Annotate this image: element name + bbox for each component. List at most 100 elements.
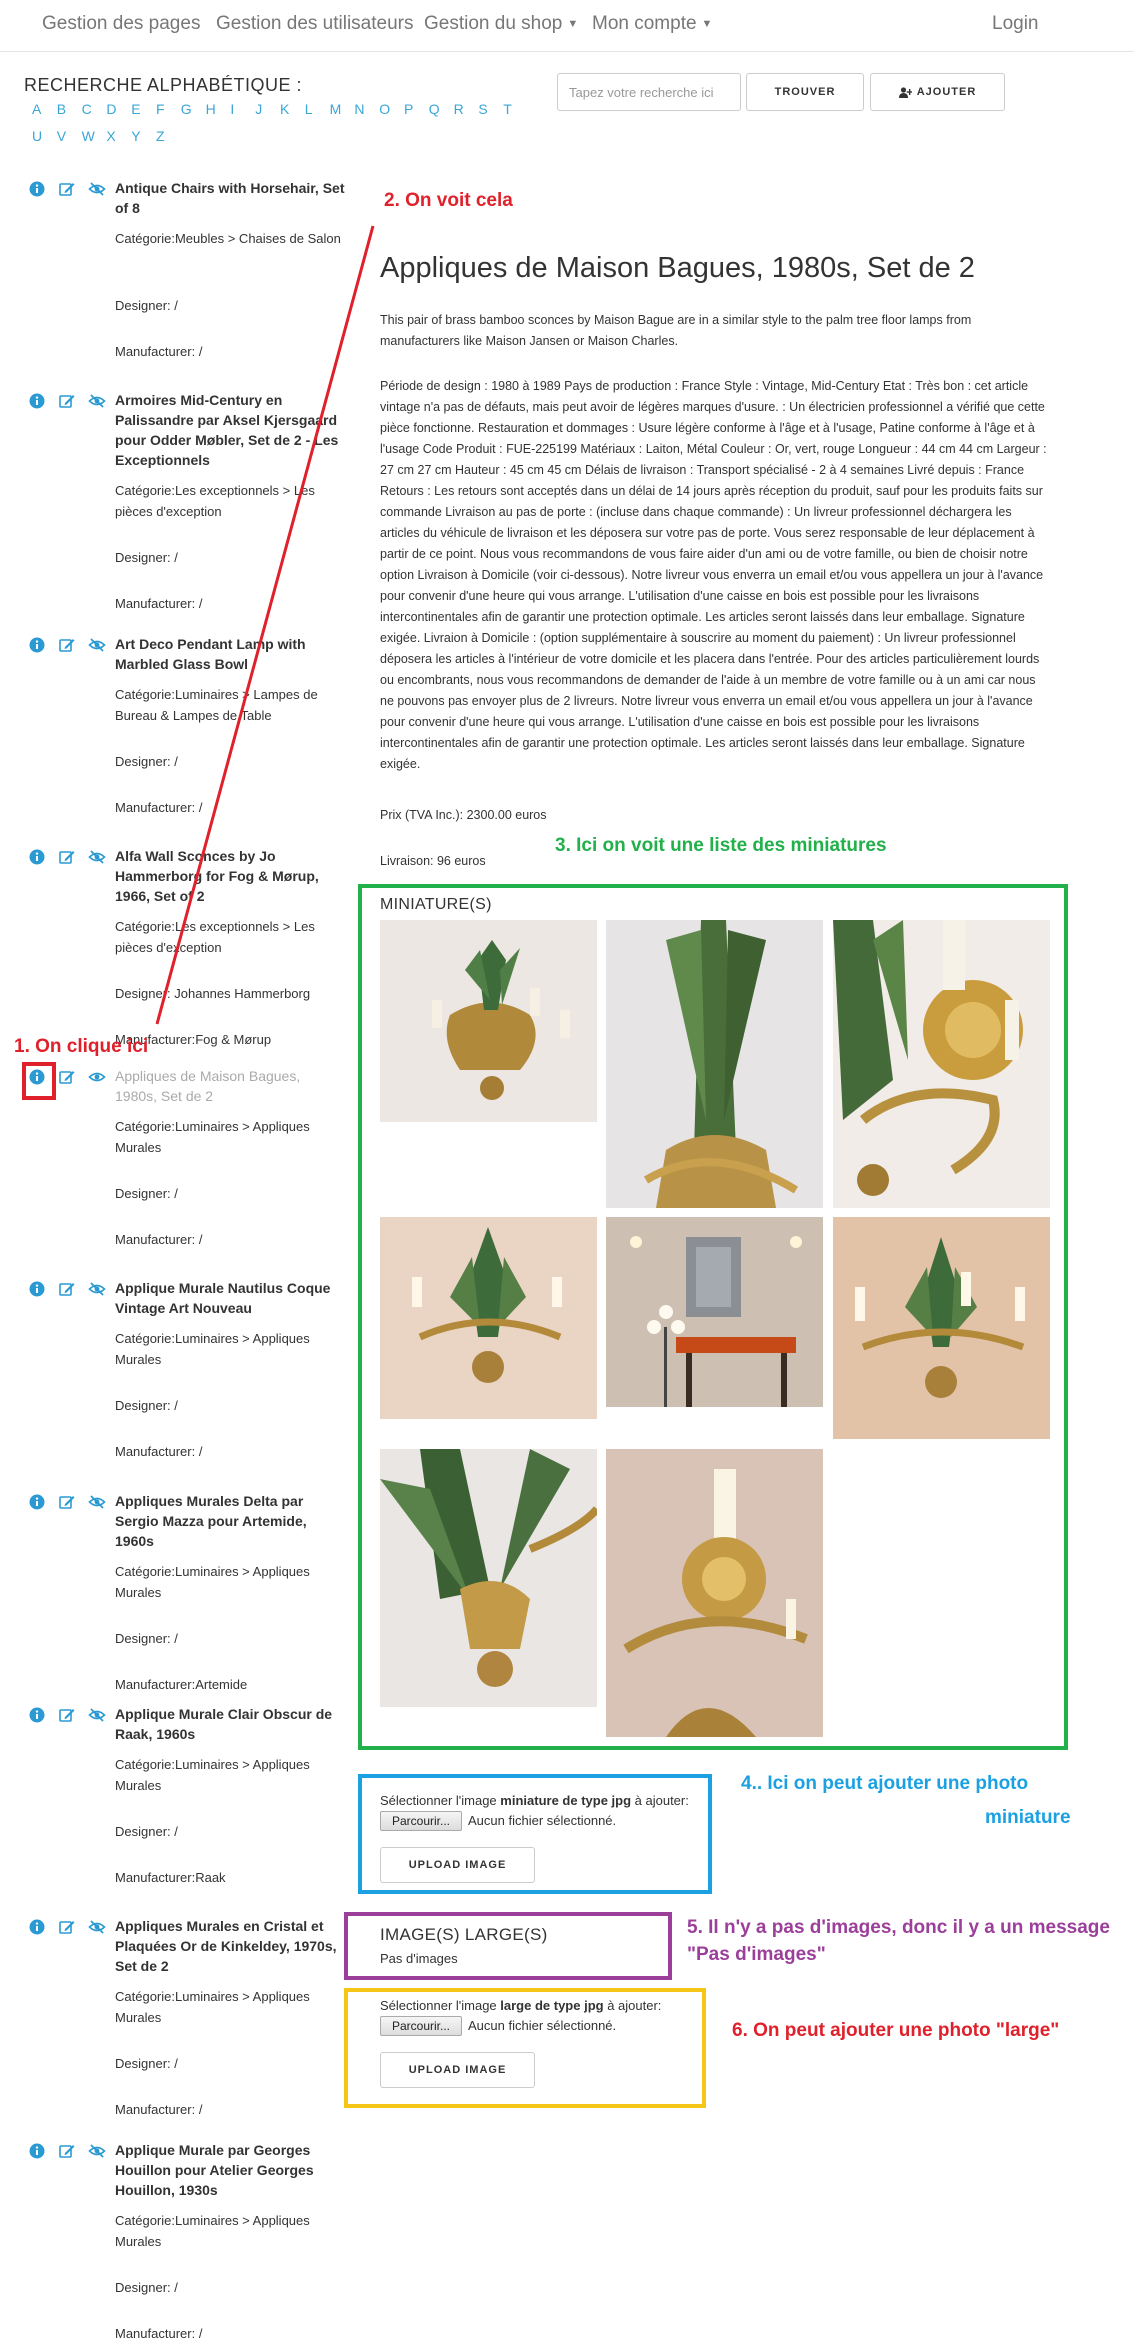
info-icon[interactable] xyxy=(28,2142,46,2160)
upload-thumb-text-before: Sélectionner l'image xyxy=(380,1793,501,1808)
info-icon[interactable] xyxy=(28,1280,46,1298)
edit-icon[interactable] xyxy=(58,1918,76,1936)
eye-slash-icon[interactable] xyxy=(88,1918,106,1936)
eye-slash-icon[interactable] xyxy=(88,848,106,866)
alpha-link-s[interactable]: S xyxy=(478,101,487,117)
product-item-title[interactable]: Appliques de Maison Bagues, 1980s, Set d… xyxy=(115,1066,345,1106)
upload-large-instructions: Sélectionner l'image large de type jpg à… xyxy=(380,1998,661,2013)
nav-account[interactable]: Mon compte ▼ xyxy=(592,13,712,35)
eye-slash-icon[interactable] xyxy=(88,636,106,654)
annotation-box-purple xyxy=(344,1912,672,1980)
annotation-5-line1: 5. Il n'y a pas d'images, donc il y a un… xyxy=(687,1917,1110,1938)
alpha-link-c[interactable]: C xyxy=(82,101,92,117)
large-no-file-text: Aucun fichier sélectionné. xyxy=(468,2018,617,2033)
nav-account-label: Mon compte xyxy=(592,13,697,34)
thumbnail-image[interactable] xyxy=(833,920,1050,1208)
info-icon[interactable] xyxy=(28,848,46,866)
nav-login[interactable]: Login xyxy=(992,13,1039,35)
alpha-link-t[interactable]: T xyxy=(503,101,512,117)
edit-icon[interactable] xyxy=(58,636,76,654)
product-item-title[interactable]: Armoires Mid-Century en Palissandre par … xyxy=(115,390,345,470)
info-icon[interactable] xyxy=(28,1706,46,1724)
upload-large-button[interactable]: UPLOAD IMAGE xyxy=(380,2052,535,2088)
alpha-link-m[interactable]: M xyxy=(330,101,342,117)
info-icon[interactable] xyxy=(28,636,46,654)
eye-slash-icon[interactable] xyxy=(88,180,106,198)
alphabetical-search-label: RECHERCHE ALPHABÉTIQUE : xyxy=(24,75,303,95)
alpha-link-q[interactable]: Q xyxy=(429,101,440,117)
alpha-link-b[interactable]: B xyxy=(57,101,66,117)
alpha-link-z[interactable]: Z xyxy=(156,128,165,144)
thumbnail-image[interactable] xyxy=(380,920,597,1122)
nav-users[interactable]: Gestion des utilisateurs xyxy=(216,13,414,35)
product-item-title[interactable]: Applique Murale par Georges Houillon pou… xyxy=(115,2140,345,2200)
eye-slash-icon[interactable] xyxy=(88,1706,106,1724)
info-icon[interactable] xyxy=(28,1493,46,1511)
search-input[interactable] xyxy=(557,73,741,111)
alpha-link-e[interactable]: E xyxy=(131,101,140,117)
upload-thumb-button[interactable]: UPLOAD IMAGE xyxy=(380,1847,535,1883)
thumbnail-image[interactable] xyxy=(606,1217,823,1407)
alpha-link-i[interactable]: I xyxy=(230,101,234,117)
eye-slash-icon[interactable] xyxy=(88,1493,106,1511)
add-button[interactable]: AJOUTER xyxy=(870,73,1005,111)
alpha-link-p[interactable]: P xyxy=(404,101,413,117)
eye-slash-icon[interactable] xyxy=(88,1280,106,1298)
edit-icon[interactable] xyxy=(58,848,76,866)
eye-slash-icon[interactable] xyxy=(88,2142,106,2160)
edit-icon[interactable] xyxy=(58,2142,76,2160)
alpha-link-n[interactable]: N xyxy=(354,101,364,117)
edit-icon[interactable] xyxy=(58,1706,76,1724)
alpha-link-a[interactable]: A xyxy=(32,101,41,117)
product-item-title[interactable]: Applique Murale Clair Obscur de Raak, 19… xyxy=(115,1704,345,1744)
alpha-link-r[interactable]: R xyxy=(454,101,464,117)
alpha-link-d[interactable]: D xyxy=(106,101,116,117)
thumbnail-image[interactable] xyxy=(833,1217,1050,1439)
alpha-link-g[interactable]: G xyxy=(181,101,192,117)
alpha-link-v[interactable]: V xyxy=(57,128,66,144)
product-item-manufacturer: Manufacturer: / xyxy=(115,2102,203,2117)
large-browse-button[interactable]: Parcourir... xyxy=(380,2016,462,2036)
thumbnail-image[interactable] xyxy=(380,1217,597,1419)
alpha-link-f[interactable]: F xyxy=(156,101,165,117)
alpha-link-l[interactable]: L xyxy=(305,101,313,117)
annotation-3: 3. Ici on voit une liste des miniatures xyxy=(555,835,887,856)
eye-slash-icon[interactable] xyxy=(88,392,106,410)
product-item-title[interactable]: Alfa Wall Sconces by Jo Hammerborg for F… xyxy=(115,846,345,906)
sconce-photo xyxy=(380,920,597,1122)
product-item-title[interactable]: Art Deco Pendant Lamp with Marbled Glass… xyxy=(115,634,345,674)
thumbnail-image[interactable] xyxy=(380,1449,597,1707)
product-item-designer: Designer: / xyxy=(115,298,178,313)
annotation-4-line2: miniature xyxy=(985,1807,1071,1828)
product-item-title[interactable]: Appliques Murales en Cristal et Plaquées… xyxy=(115,1916,345,1976)
thumb-browse-button[interactable]: Parcourir... xyxy=(380,1811,462,1831)
edit-icon[interactable] xyxy=(58,1493,76,1511)
thumbnail-image[interactable] xyxy=(606,1449,823,1737)
info-icon[interactable] xyxy=(28,392,46,410)
eye-icon[interactable] xyxy=(88,1068,106,1086)
product-item-designer: Designer: / xyxy=(115,1398,178,1413)
thumbnail-image[interactable] xyxy=(606,920,823,1208)
alpha-link-o[interactable]: O xyxy=(379,101,390,117)
nav-shop[interactable]: Gestion du shop ▼ xyxy=(424,13,578,35)
edit-icon[interactable] xyxy=(58,1280,76,1298)
edit-icon[interactable] xyxy=(58,392,76,410)
alpha-link-u[interactable]: U xyxy=(32,128,42,144)
edit-icon[interactable] xyxy=(58,1068,76,1086)
alpha-link-j[interactable]: J xyxy=(255,101,262,117)
product-item-title[interactable]: Appliques Murales Delta par Sergio Mazza… xyxy=(115,1491,345,1551)
info-icon[interactable] xyxy=(28,1918,46,1936)
upload-thumb-text-after: à ajouter: xyxy=(631,1793,689,1808)
alpha-link-y[interactable]: Y xyxy=(131,128,140,144)
nav-pages[interactable]: Gestion des pages xyxy=(42,13,200,35)
product-item-title[interactable]: Applique Murale Nautilus Coque Vintage A… xyxy=(115,1278,345,1318)
alpha-link-k[interactable]: K xyxy=(280,101,289,117)
alpha-link-x[interactable]: X xyxy=(106,128,115,144)
info-icon[interactable] xyxy=(28,180,46,198)
edit-icon[interactable] xyxy=(58,180,76,198)
product-item-designer: Designer: / xyxy=(115,2056,178,2071)
product-item-title[interactable]: Antique Chairs with Horsehair, Set of 8 xyxy=(115,178,345,218)
alpha-link-h[interactable]: H xyxy=(206,101,216,117)
alpha-link-w[interactable]: W xyxy=(82,128,95,144)
find-button[interactable]: TROUVER xyxy=(746,73,864,111)
